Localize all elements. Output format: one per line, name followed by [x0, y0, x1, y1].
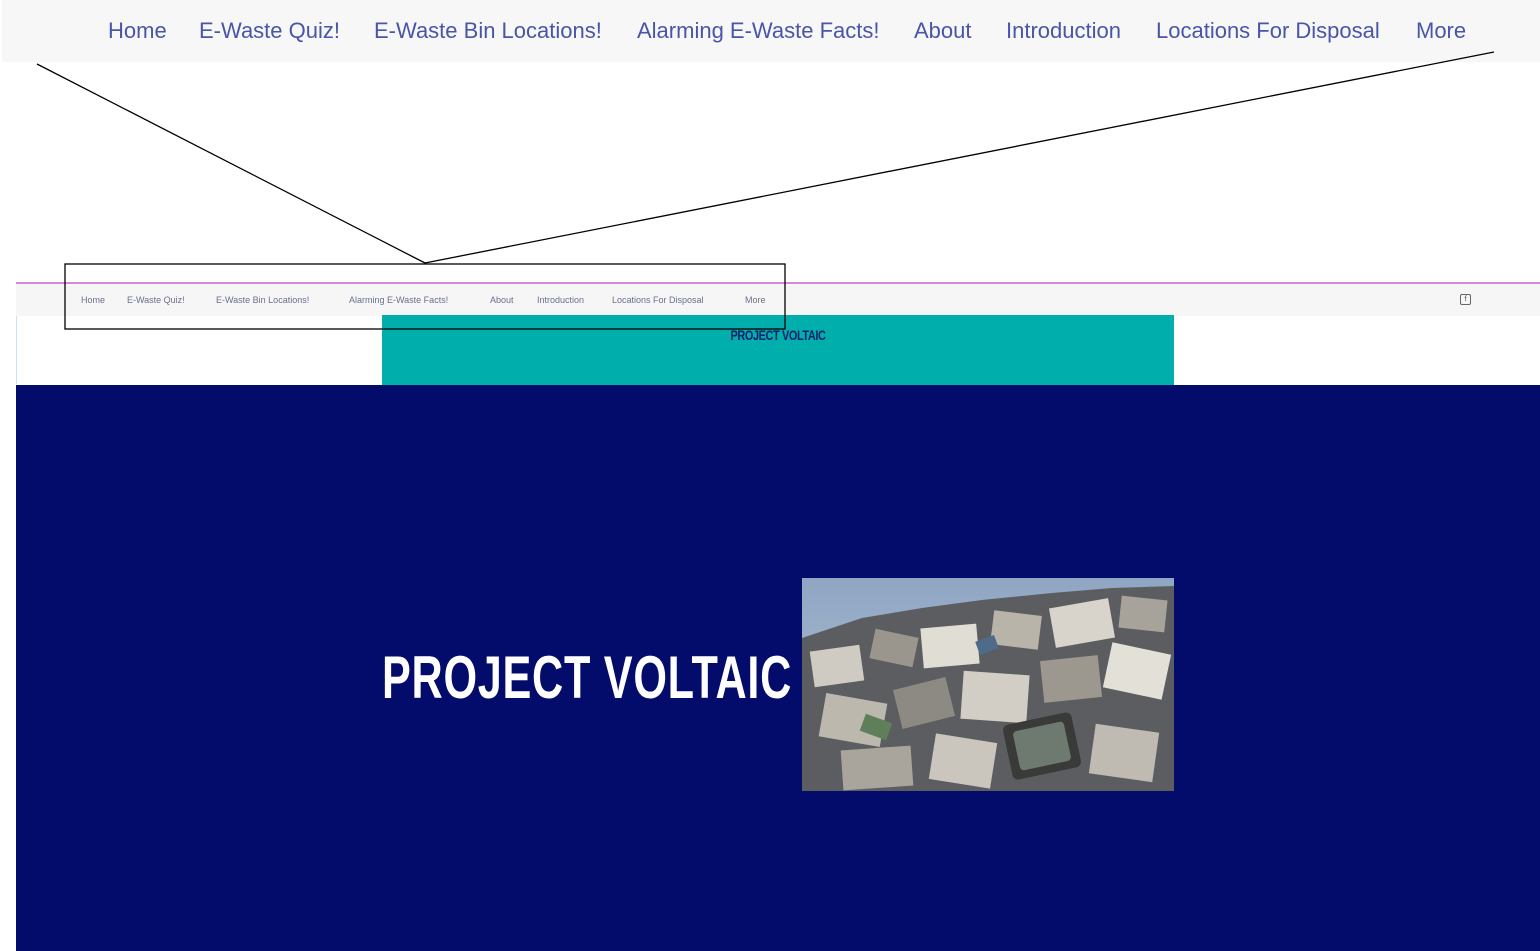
- zoom-nav-introduction[interactable]: Introduction: [1006, 16, 1121, 46]
- site-navigation-bar: Home E-Waste Quiz! E-Waste Bin Locations…: [16, 284, 1540, 316]
- site-nav-locations-for-disposal[interactable]: Locations For Disposal: [612, 294, 704, 306]
- zoomed-navigation-bar: Home E-Waste Quiz! E-Waste Bin Locations…: [2, 0, 1540, 62]
- site-nav-introduction[interactable]: Introduction: [537, 294, 584, 306]
- site-nav-about[interactable]: About: [490, 294, 514, 306]
- hero-title: PROJECT VOLTAIC: [382, 644, 793, 711]
- header-banner: PROJECT VOLTAIC: [382, 315, 1174, 385]
- zoom-nav-ewaste-bin-locations[interactable]: E-Waste Bin Locations!: [374, 16, 602, 46]
- website-preview: Home E-Waste Quiz! E-Waste Bin Locations…: [16, 282, 1540, 951]
- annotated-screenshot: Home E-Waste Quiz! E-Waste Bin Locations…: [0, 0, 1540, 951]
- zoom-nav-ewaste-quiz[interactable]: E-Waste Quiz!: [199, 16, 340, 46]
- zoom-nav-about[interactable]: About: [914, 16, 972, 46]
- callout-line-right: [424, 51, 1495, 264]
- zoom-nav-home[interactable]: Home: [108, 16, 167, 46]
- callout-line-left: [36, 63, 426, 264]
- banner-title: PROJECT VOLTAIC: [730, 327, 826, 343]
- e-waste-pile-photo: [802, 578, 1174, 791]
- site-nav-alarming-facts[interactable]: Alarming E-Waste Facts!: [349, 294, 448, 306]
- site-nav-more[interactable]: More: [745, 294, 766, 306]
- site-nav-ewaste-quiz[interactable]: E-Waste Quiz!: [127, 294, 185, 306]
- zoom-nav-alarming-facts[interactable]: Alarming E-Waste Facts!: [637, 16, 879, 46]
- facebook-icon[interactable]: f: [1460, 294, 1471, 305]
- hero-section: PROJECT VOLTAIC: [16, 385, 1540, 951]
- site-nav-home[interactable]: Home: [81, 294, 105, 306]
- zoom-nav-more[interactable]: More: [1416, 16, 1466, 46]
- zoom-nav-locations-for-disposal[interactable]: Locations For Disposal: [1156, 16, 1380, 46]
- site-nav-ewaste-bin-locations[interactable]: E-Waste Bin Locations!: [216, 294, 309, 306]
